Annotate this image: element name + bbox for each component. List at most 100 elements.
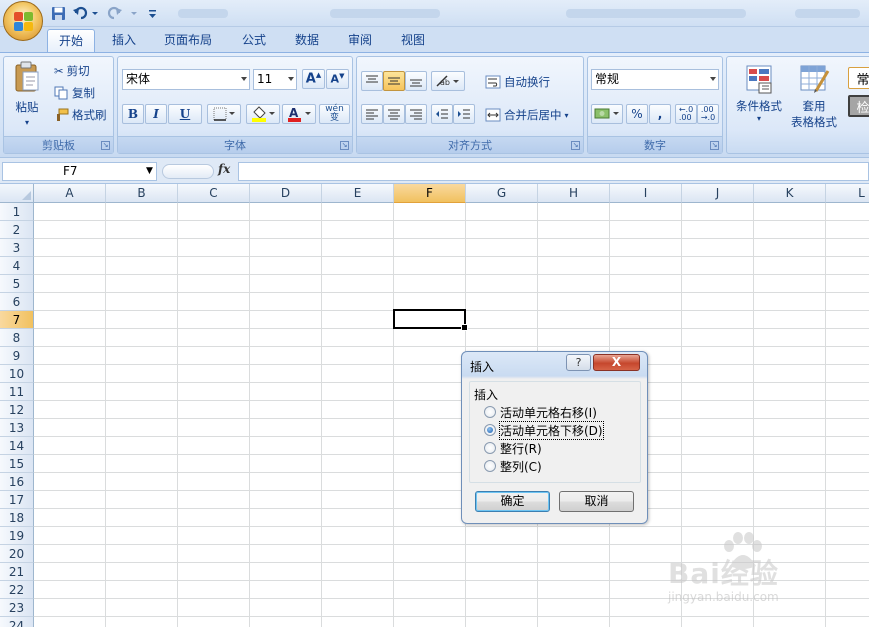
decrease-decimal-button[interactable]: .00 →.0	[697, 104, 719, 124]
increase-decimal-button[interactable]: ←.0.00	[675, 104, 697, 124]
paste-button[interactable]: 粘贴 ▾	[9, 61, 45, 135]
comma-button[interactable]: ,	[649, 104, 671, 124]
row-header[interactable]: 12	[0, 401, 34, 419]
row-header[interactable]: 18	[0, 509, 34, 527]
redo-icon[interactable]	[104, 5, 142, 22]
formula-input[interactable]	[238, 162, 869, 181]
column-header[interactable]: L	[826, 184, 869, 203]
row-header[interactable]: 2	[0, 221, 34, 239]
option-shift-down[interactable]: 活动单元格下移(D)	[484, 420, 604, 440]
row-header[interactable]: 11	[0, 383, 34, 401]
clipboard-launcher-icon[interactable]: ↘	[101, 141, 110, 150]
row-header[interactable]: 1	[0, 203, 34, 221]
row-header[interactable]: 24	[0, 617, 34, 627]
cancel-button[interactable]: 取消	[559, 491, 634, 512]
align-right-button[interactable]	[405, 104, 427, 124]
radio-entire-column[interactable]	[484, 460, 496, 472]
increase-indent-button[interactable]	[453, 104, 475, 124]
conditional-format-button[interactable]: 条件格式 ▾	[731, 63, 787, 137]
customize-qat-icon[interactable]	[146, 5, 158, 22]
row-header[interactable]: 17	[0, 491, 34, 509]
borders-button[interactable]	[207, 104, 241, 124]
align-top-button[interactable]	[361, 71, 383, 91]
font-color-button[interactable]: A	[282, 104, 316, 124]
row-header[interactable]: 15	[0, 455, 34, 473]
active-cell[interactable]	[393, 309, 468, 331]
row-header[interactable]: 21	[0, 563, 34, 581]
select-all-corner[interactable]	[0, 184, 34, 203]
column-header[interactable]: K	[754, 184, 826, 203]
shrink-font-button[interactable]: A▼	[326, 69, 349, 89]
font-name-select[interactable]: 宋体	[122, 69, 250, 90]
tab-page-layout[interactable]: 页面布局	[152, 29, 224, 52]
number-launcher-icon[interactable]: ↘	[710, 141, 719, 150]
row-header[interactable]: 20	[0, 545, 34, 563]
format-as-table-button[interactable]: 套用 表格格式	[785, 63, 843, 137]
tab-formulas[interactable]: 公式	[230, 29, 278, 52]
column-header[interactable]: E	[322, 184, 394, 203]
column-header[interactable]: I	[610, 184, 682, 203]
alignment-launcher-icon[interactable]: ↘	[571, 141, 580, 150]
cell-style-check[interactable]: 检	[848, 95, 869, 117]
format-painter-button[interactable]: 格式刷	[54, 106, 107, 124]
align-bottom-button[interactable]	[405, 71, 427, 91]
font-size-select[interactable]: 11	[253, 69, 297, 90]
option-entire-column[interactable]: 整列(C)	[484, 458, 542, 474]
row-header[interactable]: 19	[0, 527, 34, 545]
ok-button[interactable]: 确定	[475, 491, 550, 512]
row-header[interactable]: 14	[0, 437, 34, 455]
percent-button[interactable]: %	[626, 104, 648, 124]
option-entire-row[interactable]: 整行(R)	[484, 440, 542, 456]
tab-view[interactable]: 视图	[389, 29, 437, 52]
row-header[interactable]: 4	[0, 257, 34, 275]
accounting-format-button[interactable]	[591, 104, 623, 124]
save-icon[interactable]	[49, 5, 67, 22]
merge-center-button[interactable]: 合并后居中 ▾	[485, 105, 569, 125]
undo-icon[interactable]	[70, 5, 100, 22]
phonetic-button[interactable]: wén 变	[319, 104, 350, 124]
underline-button[interactable]: U	[168, 104, 202, 124]
row-header[interactable]: 23	[0, 599, 34, 617]
italic-button[interactable]: I	[145, 104, 167, 124]
tab-home[interactable]: 开始	[47, 29, 95, 52]
close-button[interactable]: X	[593, 354, 640, 371]
grow-font-button[interactable]: A▲	[302, 69, 325, 89]
expand-handle[interactable]	[162, 164, 214, 179]
cell-style-normal[interactable]: 常	[848, 67, 869, 89]
radio-shift-down[interactable]	[484, 424, 496, 436]
wrap-text-button[interactable]: 自动换行	[485, 72, 550, 92]
column-header[interactable]: A	[34, 184, 106, 203]
help-button[interactable]: ?	[566, 354, 591, 371]
column-header[interactable]: J	[682, 184, 754, 203]
row-header[interactable]: 16	[0, 473, 34, 491]
column-header[interactable]: D	[250, 184, 322, 203]
radio-entire-row[interactable]	[484, 442, 496, 454]
office-button[interactable]	[3, 1, 43, 41]
align-center-button[interactable]	[383, 104, 405, 124]
row-header[interactable]: 7	[0, 311, 34, 329]
bold-button[interactable]: B	[122, 104, 144, 124]
row-header[interactable]: 5	[0, 275, 34, 293]
tab-insert[interactable]: 插入	[100, 29, 148, 52]
column-header[interactable]: C	[178, 184, 250, 203]
cut-button[interactable]: ✂ 剪切	[54, 62, 90, 80]
copy-button[interactable]: 复制	[54, 84, 95, 102]
column-header[interactable]: B	[106, 184, 178, 203]
align-left-button[interactable]	[361, 104, 383, 124]
tab-review[interactable]: 审阅	[336, 29, 384, 52]
orientation-button[interactable]: ab	[431, 71, 465, 91]
column-header[interactable]: H	[538, 184, 610, 203]
tab-data[interactable]: 数据	[283, 29, 331, 52]
fill-color-button[interactable]	[246, 104, 280, 124]
row-header[interactable]: 10	[0, 365, 34, 383]
row-header[interactable]: 8	[0, 329, 34, 347]
radio-shift-right[interactable]	[484, 406, 496, 418]
row-header[interactable]: 3	[0, 239, 34, 257]
column-header[interactable]: F	[394, 184, 466, 203]
name-box[interactable]: F7 ▼	[2, 162, 157, 181]
row-header[interactable]: 6	[0, 293, 34, 311]
align-middle-button[interactable]	[383, 71, 405, 91]
column-header[interactable]: G	[466, 184, 538, 203]
insert-function-icon[interactable]: fx	[218, 162, 230, 176]
row-header[interactable]: 13	[0, 419, 34, 437]
